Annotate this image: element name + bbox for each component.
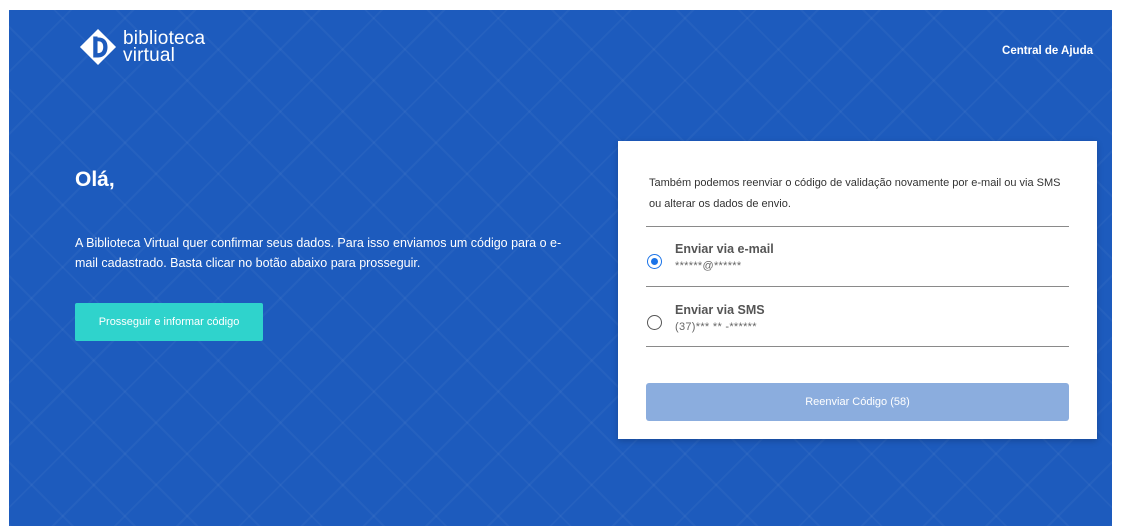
option-sms-title: Enviar via SMS — [675, 303, 765, 317]
divider — [646, 286, 1069, 287]
resend-card: Também podemos reenviar o código de vali… — [618, 141, 1097, 439]
divider — [646, 346, 1069, 347]
option-sms[interactable]: Enviar via SMS (37)*** ** -****** — [646, 299, 1069, 349]
radio-sms[interactable] — [647, 315, 662, 330]
biblioteca-virtual-logo-icon — [79, 28, 117, 66]
intro-text: A Biblioteca Virtual quer confirmar seus… — [75, 236, 562, 270]
divider — [646, 226, 1069, 227]
resend-code-button[interactable]: Reenviar Código (58) — [646, 383, 1069, 421]
resend-description: Também podemos reenviar o código de vali… — [649, 177, 1061, 210]
option-email[interactable]: Enviar via e-mail ******@****** — [646, 238, 1069, 288]
help-center-link[interactable]: Central de Ajuda — [1002, 45, 1093, 57]
radio-email[interactable] — [647, 254, 662, 269]
logo-text: biblioteca virtual — [123, 29, 205, 66]
logo-text-line2: virtual — [123, 45, 176, 66]
option-email-title: Enviar via e-mail — [675, 242, 774, 256]
greeting-heading: Olá, — [75, 168, 115, 191]
logo[interactable]: biblioteca virtual — [79, 28, 205, 66]
page-background: biblioteca virtual Central de Ajuda Olá,… — [9, 10, 1112, 526]
option-sms-detail: (37)*** ** -****** — [675, 321, 757, 333]
option-email-detail: ******@****** — [675, 260, 742, 272]
proceed-button[interactable]: Prosseguir e informar código — [75, 303, 263, 341]
